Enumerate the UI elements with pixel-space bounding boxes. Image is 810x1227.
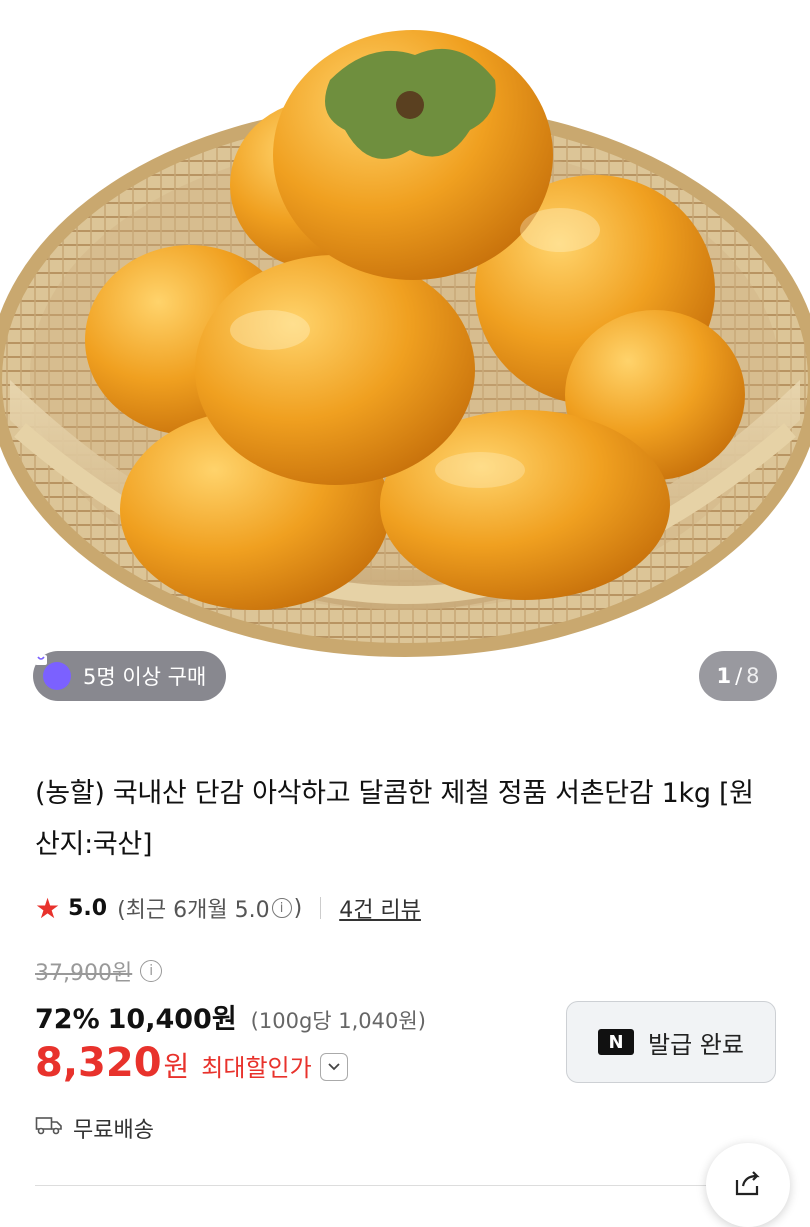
original-price-row: 37,900원 i bbox=[35, 955, 163, 987]
section-divider bbox=[35, 1185, 775, 1186]
rating-recent: (최근 6개월 5.0 bbox=[117, 898, 270, 923]
counter-total: 8 bbox=[746, 664, 760, 688]
shipping-info: 무료배송 bbox=[35, 1112, 154, 1144]
rating-recent-close: ) bbox=[293, 895, 303, 921]
counter-separator: / bbox=[735, 664, 743, 688]
share-button[interactable] bbox=[706, 1143, 790, 1227]
max-discount-label: 최대할인가 bbox=[201, 1054, 312, 1082]
truck-icon bbox=[35, 1114, 63, 1142]
bag-icon bbox=[35, 655, 71, 690]
naver-logo-icon: N bbox=[598, 1029, 635, 1055]
share-icon bbox=[731, 1166, 765, 1204]
persimmon-basket-image bbox=[0, 30, 810, 657]
max-discount-row[interactable]: 8,320 원 최대할인가 bbox=[35, 1040, 348, 1086]
rating-score: 5.0 bbox=[68, 895, 108, 921]
review-link[interactable]: 4건 리뷰 bbox=[339, 892, 421, 924]
discount-percent: 72% bbox=[35, 1004, 100, 1035]
counter-current: 1 bbox=[716, 664, 732, 688]
original-price: 37,900원 bbox=[35, 961, 133, 986]
info-icon[interactable]: i bbox=[271, 898, 292, 918]
coupon-issued-button[interactable]: N 발급 완료 bbox=[566, 1001, 776, 1083]
shipping-text: 무료배송 bbox=[73, 1118, 154, 1143]
image-counter: 1 / 8 bbox=[699, 651, 777, 701]
star-icon: ★ bbox=[35, 891, 61, 925]
product-title: (농할) 국내산 단감 아삭하고 달콤한 제철 정품 서촌단감 1kg [원산지… bbox=[35, 778, 754, 860]
chevron-down-icon[interactable] bbox=[319, 1053, 348, 1081]
info-icon[interactable]: i bbox=[140, 960, 163, 982]
max-discount-currency: 원 bbox=[163, 1050, 190, 1083]
divider bbox=[320, 897, 322, 919]
coupon-label: 발급 완료 bbox=[648, 1030, 744, 1059]
rating-row: ★ 5.0 (최근 6개월 5.0 i ) 4건 리뷰 bbox=[35, 890, 421, 926]
product-image-gallery[interactable]: 5명 이상 구매 1 / 8 bbox=[0, 0, 810, 735]
badge-text: 5명 이상 구매 bbox=[83, 665, 207, 689]
max-discount-price: 8,320 bbox=[35, 1040, 162, 1086]
purchase-count-badge: 5명 이상 구매 bbox=[33, 651, 227, 701]
unit-price: (100g당 1,040원) bbox=[250, 1009, 426, 1033]
sale-price: 10,400원 bbox=[107, 1004, 237, 1035]
sale-price-row: 72% 10,400원 (100g당 1,040원) bbox=[35, 997, 426, 1036]
